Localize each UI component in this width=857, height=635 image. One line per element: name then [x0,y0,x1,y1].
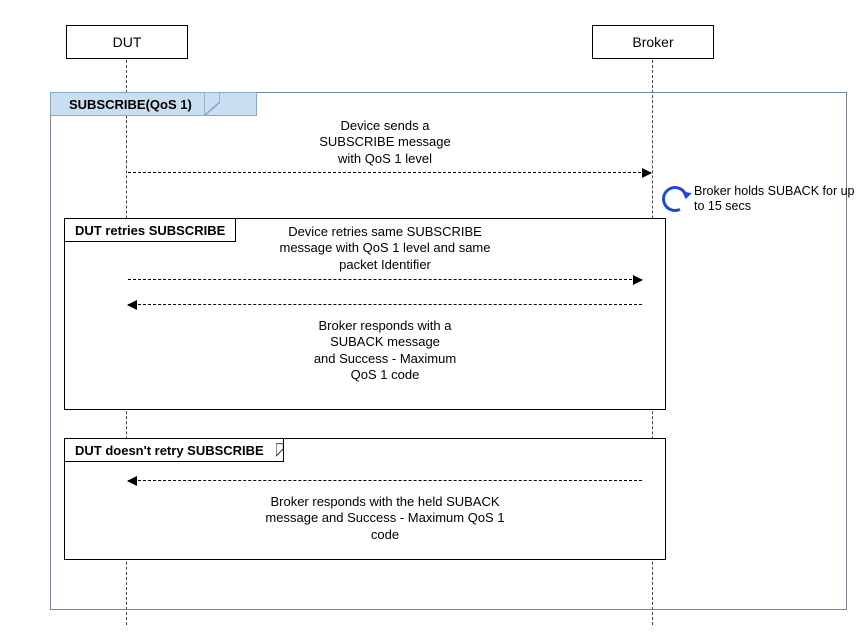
participant-dut-label: DUT [113,34,142,50]
tab-notch-icon [276,438,283,462]
message-retry-subscribe: Device retries same SUBSCRIBE message wi… [250,224,520,273]
frame-dut-retries-title: DUT retries SUBSCRIBE [65,223,237,238]
frame-dut-retries-tab: DUT retries SUBSCRIBE [64,218,236,242]
message-initial-subscribe: Device sends a SUBSCRIBE message with Qo… [260,118,510,167]
arrow-suback-no-retry [128,480,642,481]
frame-dut-no-retry-tab: DUT doesn't retry SUBSCRIBE [64,438,284,462]
arrowhead-right-icon [642,168,652,178]
frame-subscribe-title: SUBSCRIBE(QoS 1) [51,97,204,112]
message-suback-retry: Broker responds with a SUBACK message an… [260,318,510,383]
tab-notch-icon [204,92,220,116]
note-broker-holds-text: Broker holds SUBACK for up to 15 secs [694,184,857,214]
spinner-icon [658,182,691,215]
frame-dut-no-retry-title: DUT doesn't retry SUBSCRIBE [65,443,276,458]
participant-broker: Broker [592,25,714,59]
arrow-retry-subscribe [128,279,642,280]
participant-broker-label: Broker [632,34,673,50]
arrow-subscribe [128,172,651,173]
arrowhead-left-icon [127,476,137,486]
arrow-suback-retry [128,304,642,305]
participant-dut: DUT [66,25,188,59]
note-broker-holds-suback: Broker holds SUBACK for up to 15 secs [662,184,857,214]
arrowhead-left-icon [127,300,137,310]
frame-subscribe-tab: SUBSCRIBE(QoS 1) [50,92,257,116]
message-suback-no-retry: Broker responds with the held SUBACK mes… [220,494,550,543]
arrowhead-right-icon [633,275,643,285]
